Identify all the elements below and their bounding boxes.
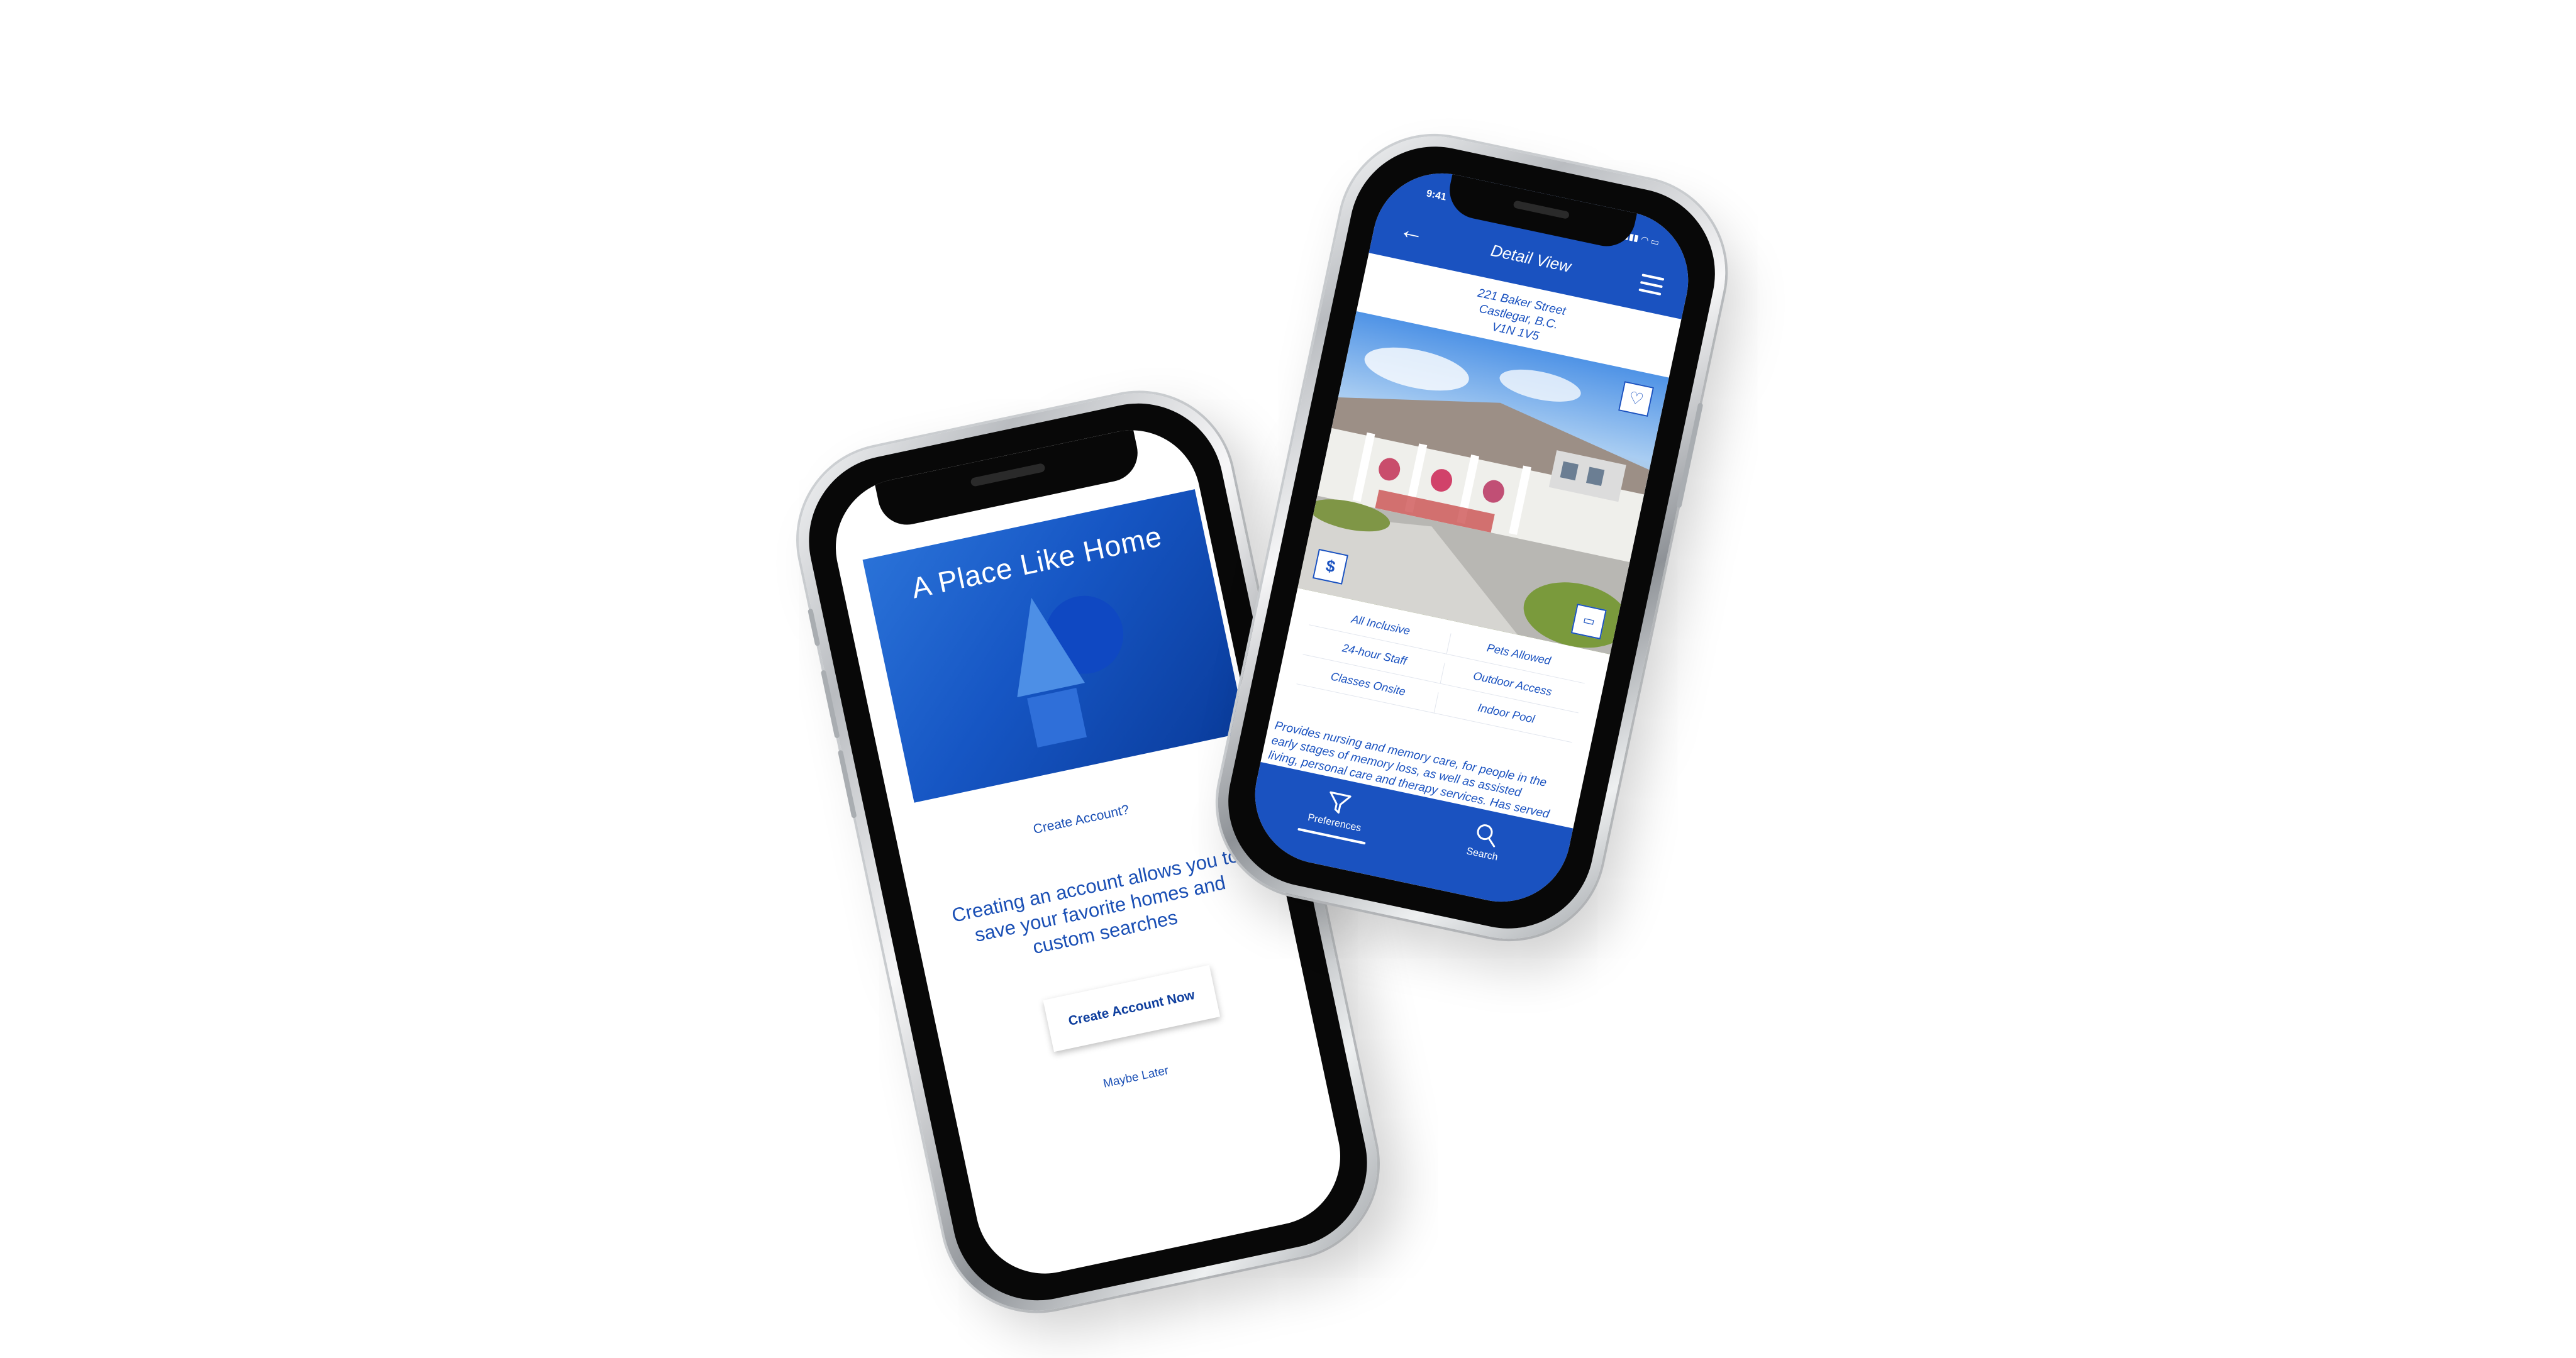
maybe-later-link[interactable]: Maybe Later — [953, 1032, 1318, 1123]
filter-icon — [1330, 791, 1352, 814]
video-tour-icon[interactable]: ▭ — [1570, 604, 1607, 640]
favorite-heart-icon[interactable]: ♡ — [1618, 381, 1655, 417]
house-logo-icon — [1017, 595, 1124, 748]
tab-preferences[interactable]: Preferences — [1285, 781, 1388, 847]
phone-bezel: 9:41 ▮▮▮ ◠ ▭ ← Detail View 221 Baker Str… — [1212, 130, 1731, 945]
hamburger-menu-icon[interactable] — [1638, 273, 1665, 301]
speaker-grille — [1513, 200, 1570, 219]
mute-switch — [808, 608, 821, 646]
building-illustration — [1297, 347, 1650, 654]
phone-mockup-detail-view: 9:41 ▮▮▮ ◠ ▭ ← Detail View 221 Baker Str… — [1200, 118, 1743, 957]
search-icon — [1477, 824, 1496, 847]
detail-view-screen: 9:41 ▮▮▮ ◠ ▭ ← Detail View 221 Baker Str… — [1242, 160, 1701, 915]
tab-label: Preferences — [1306, 812, 1362, 834]
create-account-description: Creating an account allows you to save y… — [950, 844, 1241, 959]
create-account-button[interactable]: Create Account Now — [1043, 964, 1221, 1052]
brand-hero-banner: A Place Like Home — [862, 489, 1246, 803]
status-time: 9:41 — [1425, 188, 1448, 203]
price-dollar-icon[interactable]: $ — [1312, 548, 1348, 585]
speaker-grille — [970, 463, 1046, 487]
property-photo: ♡ $ ▭ — [1297, 311, 1669, 654]
tab-search[interactable]: Search — [1435, 812, 1535, 870]
